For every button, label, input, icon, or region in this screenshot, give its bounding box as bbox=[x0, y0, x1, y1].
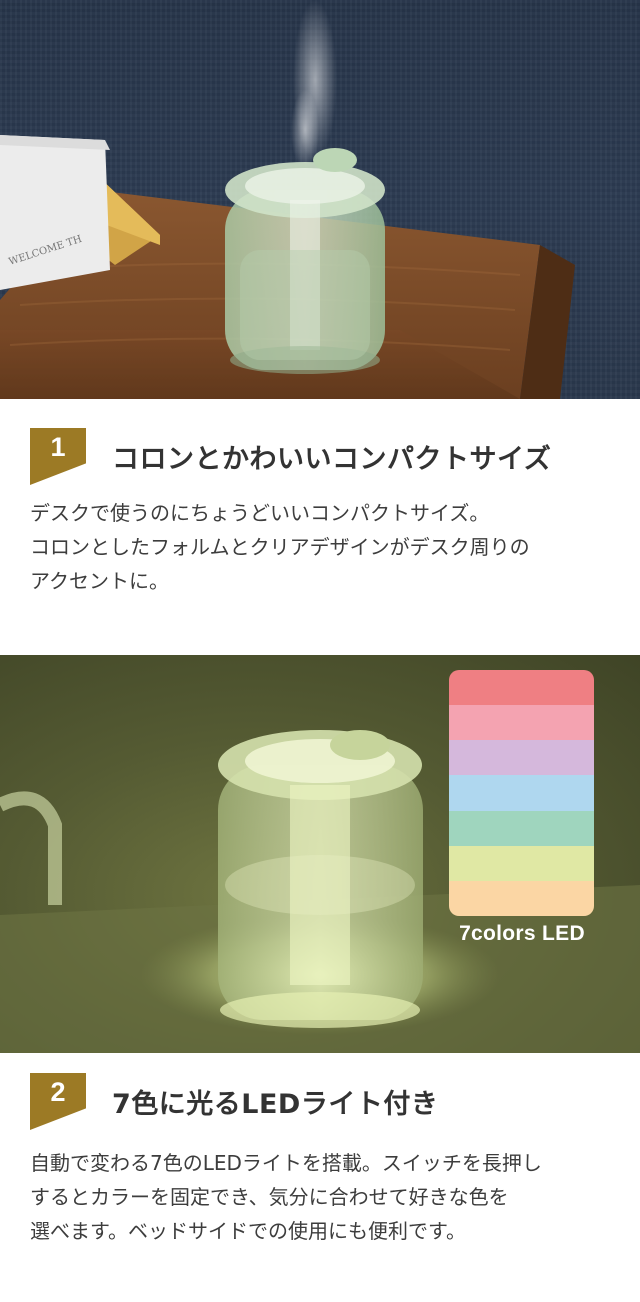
feature-1-header: 1 コロンとかわいいコンパクトサイズ bbox=[30, 428, 551, 485]
led-color-swatch bbox=[449, 670, 594, 706]
feature-1-line: コロンとしたフォルムとクリアデザインがデスク周りの bbox=[30, 535, 530, 559]
led-color-swatch-card bbox=[449, 670, 594, 916]
feature-2-description: 自動で変わる7色のLEDライトを搭載。スイッチを長押し するとカラーを固定でき、… bbox=[30, 1146, 620, 1248]
feature-1-description: デスクで使うのにちょうどいいコンパクトサイズ。 コロンとしたフォルムとクリアデザ… bbox=[30, 496, 620, 598]
feature-2-number: 2 bbox=[50, 1077, 66, 1107]
feature-1-title: コロンとかわいいコンパクトサイズ bbox=[112, 444, 552, 475]
led-color-swatch bbox=[449, 775, 594, 811]
feature-1-badge: 1 bbox=[30, 428, 86, 485]
feature-2-line: 選べます。ベッドサイドでの使用にも便利です。 bbox=[30, 1219, 466, 1243]
feature-1-line: アクセントに。 bbox=[30, 569, 169, 593]
feature-2-badge: 2 bbox=[30, 1073, 86, 1130]
led-color-swatch bbox=[449, 740, 594, 776]
feature-2-line: 自動で変わる7色のLEDライトを搭載。スイッチを長押し bbox=[30, 1151, 542, 1175]
feature-2-title: 7色に光るLEDライト付き bbox=[112, 1089, 439, 1120]
led-color-swatch bbox=[449, 845, 594, 881]
feature-2-header: 2 7色に光るLEDライト付き bbox=[30, 1073, 438, 1130]
led-color-swatch bbox=[449, 810, 594, 846]
led-color-swatch bbox=[449, 705, 594, 741]
led-caption: 7colors LED bbox=[459, 922, 585, 945]
led-color-swatch bbox=[449, 880, 594, 916]
feature-1-number: 1 bbox=[50, 432, 66, 462]
feature-1-line: デスクで使うのにちょうどいいコンパクトサイズ。 bbox=[30, 501, 490, 525]
feature-2-line: するとカラーを固定でき、気分に合わせて好きな色を bbox=[30, 1185, 509, 1209]
product-photo-desk: WELCOME TH bbox=[0, 0, 640, 399]
